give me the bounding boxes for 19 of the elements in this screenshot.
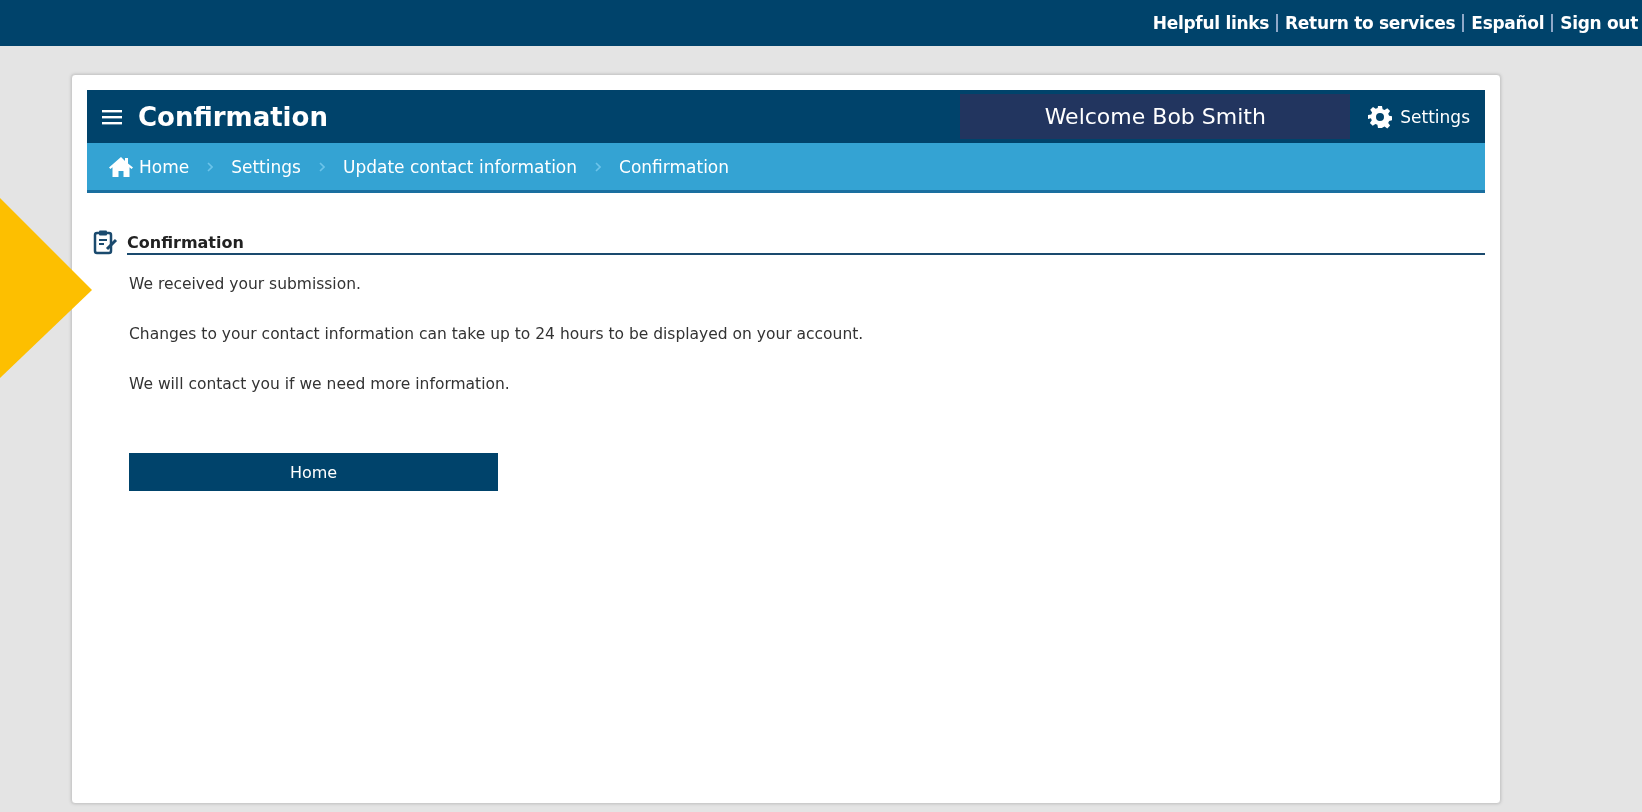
message-text: Changes to your contact information can take up to 24 hours to be displayed on your account.	[129, 324, 865, 345]
welcome-banner: Welcome Bob Smith	[960, 94, 1351, 139]
top-link[interactable]: Español	[1471, 13, 1545, 33]
page-title: Confirmation	[138, 101, 328, 132]
top-link[interactable]: Sign out	[1560, 13, 1638, 33]
settings-icon	[1368, 104, 1393, 129]
home-icon	[109, 155, 133, 178]
message-text: We received your submission.	[129, 274, 362, 295]
clipboard-icon	[93, 229, 119, 255]
message-text: We will contact you if we need more information.	[129, 374, 511, 395]
section-heading: Confirmation	[127, 233, 1485, 255]
chevron-icon	[207, 161, 214, 172]
top-link[interactable]: Return to services	[1285, 13, 1456, 33]
top-link[interactable]: Helpful links	[1152, 13, 1270, 33]
settings-link[interactable]: Settings	[1350, 104, 1485, 129]
menu-icon[interactable]	[102, 108, 122, 125]
chevron-icon	[595, 161, 602, 172]
home-button[interactable]: Home	[129, 453, 498, 491]
chevron-icon	[318, 161, 325, 172]
